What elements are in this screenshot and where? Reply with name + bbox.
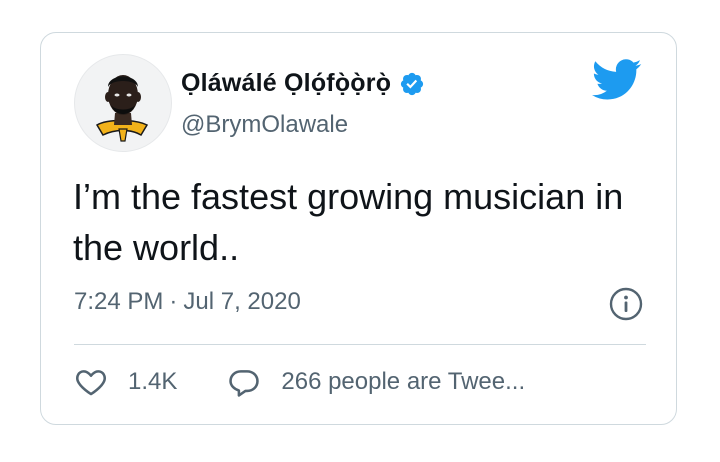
author-handle[interactable]: @BrymOlawale (181, 111, 348, 139)
twitter-bird-icon[interactable] (592, 59, 642, 101)
avatar-illustration (95, 75, 149, 142)
like-button[interactable]: 1.4K (74, 365, 177, 399)
tweet-card[interactable]: Ọláwálé Ọlọ́fọ̀ọ̀rọ̀ @BrymOlawale I’m th… (40, 32, 677, 425)
speech-bubble-icon (229, 370, 260, 397)
tweet-date[interactable]: Jul 7, 2020 (183, 288, 300, 316)
verified-badge-icon (401, 72, 424, 95)
avatar[interactable] (74, 54, 172, 152)
tweet-timestamp[interactable]: 7:24 PM · Jul 7, 2020 (74, 288, 301, 316)
divider (74, 344, 646, 345)
like-count: 1.4K (128, 368, 178, 395)
reply-button[interactable]: 266 people are Twee... (227, 365, 525, 399)
tweet-actions: 1.4K 266 people are Twee... (74, 365, 525, 399)
meta-separator: · (169, 288, 178, 315)
author-name-row: Ọláwálé Ọlọ́fọ̀ọ̀rọ̀ (181, 69, 425, 98)
tweet-time[interactable]: 7:24 PM (74, 288, 163, 316)
tweet-text: I’m the fastest growing musician in the … (73, 176, 624, 268)
heart-icon (76, 370, 106, 396)
author-display-name[interactable]: Ọláwálé Ọlọ́fọ̀ọ̀rọ̀ (181, 69, 391, 98)
info-icon[interactable] (608, 286, 644, 322)
reply-label: 266 people are Twee... (281, 368, 526, 395)
